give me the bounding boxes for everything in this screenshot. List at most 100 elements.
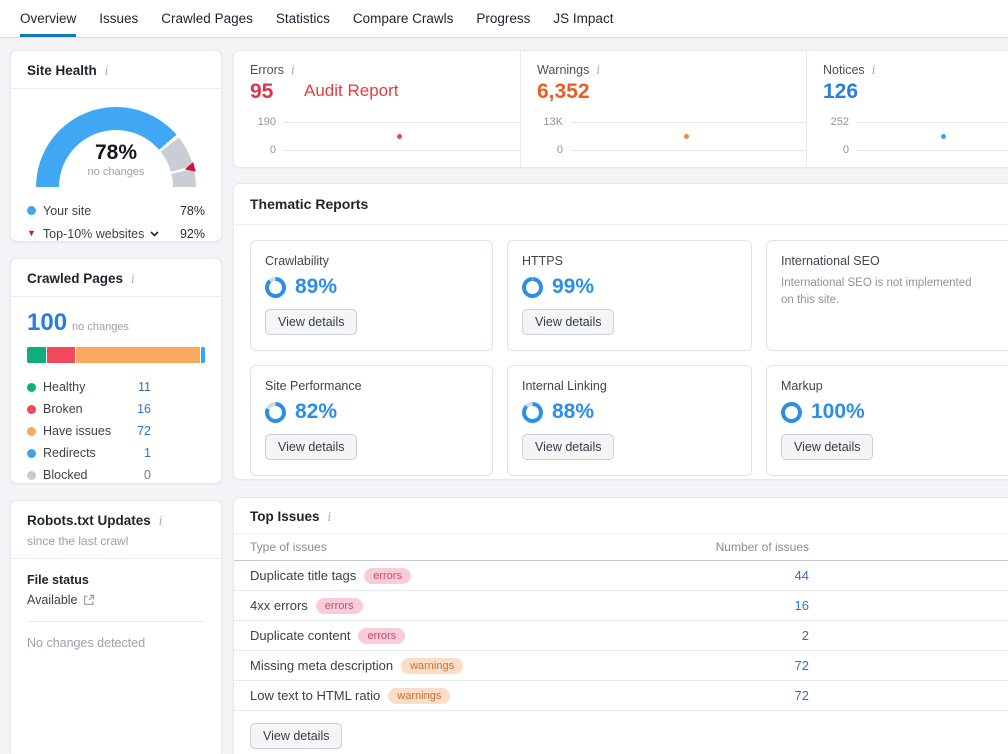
legend-value-link[interactable]: 11 [138, 380, 151, 394]
robots-subtitle: since the last crawl [27, 534, 205, 548]
crawled-stacked-bar [27, 347, 205, 363]
info-icon[interactable]: i [129, 272, 137, 286]
external-link-icon[interactable] [83, 594, 95, 606]
severity-badge: errors [316, 598, 363, 614]
legend-value: 78% [180, 204, 205, 218]
crawled-total: 100 [27, 309, 67, 336]
tab-progress[interactable]: Progress [476, 0, 530, 37]
view-details-button[interactable]: View details [522, 309, 614, 335]
crawled-change: no changes [72, 321, 129, 333]
progress-ring-icon [781, 402, 802, 423]
orange-dot-icon [27, 427, 36, 436]
thematic-pct: 89% [295, 275, 337, 299]
errors-data-point [397, 134, 402, 139]
severity-badge: errors [358, 628, 405, 644]
audit-report-annotation: Audit Report [304, 81, 399, 101]
notices-sparkline: 252 0 [823, 115, 1008, 157]
notices-value[interactable]: 126 [823, 80, 1008, 104]
issue-count-link[interactable]: 72 [679, 658, 809, 673]
blue-dot-icon [27, 206, 36, 215]
tab-js-impact[interactable]: JS Impact [553, 0, 613, 37]
axis-max: 190 [250, 116, 284, 128]
warnings-label: Warnings [537, 63, 589, 77]
info-icon[interactable]: i [157, 514, 165, 528]
legend-your-site: Your site 78% [27, 199, 205, 222]
info-icon[interactable]: i [326, 510, 334, 524]
divider [27, 621, 205, 622]
thematic-reports-card: Thematic Reports Crawlability 89% View d… [233, 183, 1008, 480]
progress-ring-icon [522, 277, 543, 298]
site-health-change: no changes [36, 166, 196, 178]
progress-ring-icon [265, 277, 286, 298]
info-icon[interactable]: i [594, 63, 602, 77]
thematic-pct: 88% [552, 400, 594, 424]
warnings-data-point [684, 134, 689, 139]
legend-label: Healthy [43, 380, 85, 394]
tab-overview[interactable]: Overview [20, 0, 76, 37]
view-details-button[interactable]: View details [250, 723, 342, 749]
crawled-pages-title: Crawled Pages [27, 271, 123, 286]
legend-label: Broken [43, 402, 83, 416]
tab-statistics[interactable]: Statistics [276, 0, 330, 37]
tab-issues[interactable]: Issues [99, 0, 138, 37]
issue-count-link[interactable]: 2 [679, 628, 809, 643]
thematic-card-international-seo: International SEO International SEO is n… [766, 240, 1008, 351]
progress-ring-icon [522, 402, 543, 423]
legend-value-link[interactable]: 16 [137, 402, 151, 416]
view-details-button[interactable]: View details [265, 434, 357, 460]
thematic-pct: 100% [811, 400, 865, 424]
notices-data-point [941, 134, 946, 139]
thematic-title: Thematic Reports [250, 196, 368, 212]
tab-crawled-pages[interactable]: Crawled Pages [161, 0, 253, 37]
red-triangle-icon: ▼ [27, 229, 36, 238]
warnings-value[interactable]: 6,352 [537, 80, 806, 104]
legend-value-link[interactable]: 72 [137, 424, 151, 438]
errors-label: Errors [250, 63, 284, 77]
thematic-card-site-performance: Site Performance 82% View details [250, 365, 493, 476]
green-dot-icon [27, 383, 36, 392]
view-details-button[interactable]: View details [522, 434, 614, 460]
col-number-of-issues: Number of issues [679, 540, 809, 554]
axis-max: 13K [537, 116, 571, 128]
thematic-card-https: HTTPS 99% View details [507, 240, 752, 351]
info-icon[interactable]: i [289, 63, 297, 77]
tab-compare-crawls[interactable]: Compare Crawls [353, 0, 454, 37]
issue-count-link[interactable]: 16 [679, 598, 809, 613]
issue-count-link[interactable]: 72 [679, 688, 809, 703]
warnings-sparkline: 13K 0 [537, 115, 806, 157]
legend-label: Top-10% websites [43, 227, 144, 241]
chevron-down-icon[interactable] [150, 231, 159, 237]
legend-top10-websites[interactable]: ▼ Top-10% websites 92% [27, 222, 205, 245]
thematic-pct: 99% [552, 275, 594, 299]
file-status-link[interactable]: Available [27, 593, 205, 607]
crawled-pages-card: Crawled Pages i 100no changes Healthy 11… [10, 258, 222, 484]
view-details-button[interactable]: View details [265, 309, 357, 335]
severity-badge: warnings [401, 658, 463, 674]
view-details-button[interactable]: View details [781, 434, 873, 460]
warnings-stat: Warnings i 6,352 13K 0 [520, 51, 806, 167]
legend-label: Your site [43, 204, 91, 218]
legend-value-link[interactable]: 1 [144, 446, 151, 460]
thematic-card-internal-linking: Internal Linking 88% View details [507, 365, 752, 476]
table-row: 4xx errors errors 16 [234, 591, 1008, 621]
issue-label: Duplicate title tags [250, 568, 356, 583]
notices-label: Notices [823, 63, 865, 77]
robots-note: No changes detected [27, 636, 205, 650]
robots-title: Robots.txt Updates [27, 513, 151, 528]
crawled-bar-segment [76, 347, 200, 363]
info-icon[interactable]: i [103, 64, 111, 78]
progress-ring-icon [265, 402, 286, 423]
thematic-note: International SEO is not implemented on … [781, 275, 986, 308]
legend-healthy: Healthy 11 [27, 376, 151, 398]
file-status-label: File status [27, 573, 205, 587]
legend-blocked: Blocked 0 [27, 464, 151, 486]
severity-badge: warnings [388, 688, 450, 704]
red-dot-icon [27, 405, 36, 414]
col-type-of-issues: Type of issues [250, 540, 327, 554]
legend-label: Have issues [43, 424, 111, 438]
issue-count-link[interactable]: 44 [679, 568, 809, 583]
info-icon[interactable]: i [870, 63, 878, 77]
table-row: Duplicate content errors 2 [234, 621, 1008, 651]
thematic-label: Crawlability [265, 254, 478, 268]
thematic-label: Markup [781, 379, 1001, 393]
